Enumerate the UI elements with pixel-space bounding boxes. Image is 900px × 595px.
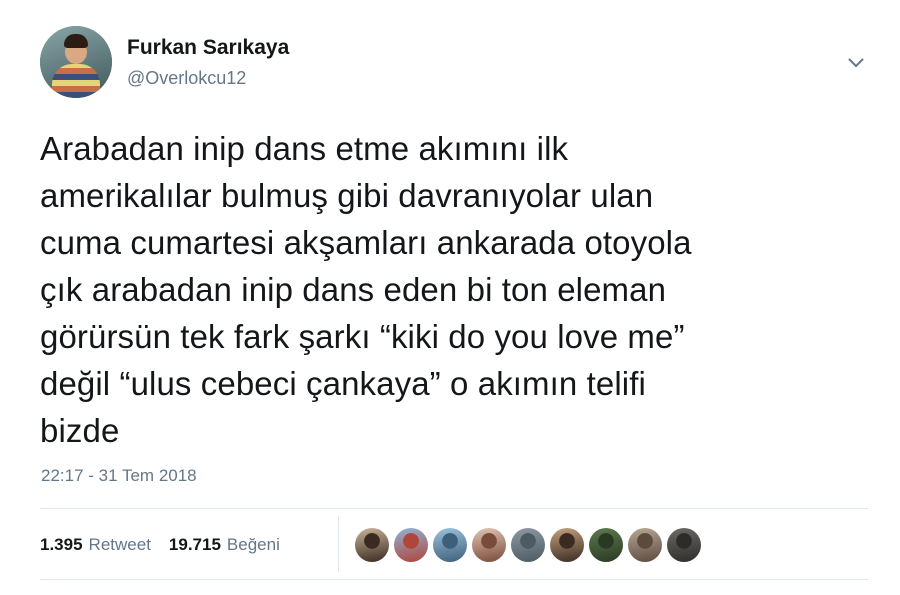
liker-avatar-6[interactable] <box>550 528 584 562</box>
liker-avatar-5[interactable] <box>511 528 545 562</box>
liker-avatar-9[interactable] <box>667 528 701 562</box>
tweet-menu-button[interactable] <box>843 50 869 76</box>
liker-avatar-8[interactable] <box>628 528 662 562</box>
retweet-count: 1.395 <box>40 535 83 554</box>
chevron-down-icon <box>848 58 864 67</box>
user-display-name[interactable]: Furkan Sarıkaya <box>127 36 289 60</box>
liker-avatars <box>355 528 706 562</box>
liker-avatar-3[interactable] <box>433 528 467 562</box>
retweet-label: Retweet <box>88 535 151 554</box>
divider-top <box>40 508 868 509</box>
retweet-stat[interactable]: 1.395 Retweet <box>40 535 151 555</box>
tweet-card: Furkan Sarıkaya @Overlokcu12 Arabadan in… <box>0 0 900 595</box>
profile-avatar[interactable] <box>40 26 112 98</box>
like-label: Beğeni <box>226 535 280 554</box>
avatar-body <box>52 64 100 98</box>
like-stat[interactable]: 19.715 Beğeni <box>169 535 280 555</box>
tweet-text: Arabadan inip dans etme akımını ilk amer… <box>40 130 692 449</box>
divider-bottom <box>40 579 868 580</box>
liker-avatar-1[interactable] <box>355 528 389 562</box>
liker-avatar-4[interactable] <box>472 528 506 562</box>
tweet-stats: 1.395 Retweet 19.715 Beğeni <box>40 533 298 557</box>
stats-separator <box>338 516 339 572</box>
user-handle[interactable]: @Overlokcu12 <box>127 68 246 89</box>
avatar-hair <box>64 34 88 48</box>
like-count: 19.715 <box>168 535 221 554</box>
tweet-timestamp[interactable]: 22:17 - 31 Tem 2018 <box>41 466 197 486</box>
liker-avatar-7[interactable] <box>589 528 623 562</box>
liker-avatar-2[interactable] <box>394 528 428 562</box>
